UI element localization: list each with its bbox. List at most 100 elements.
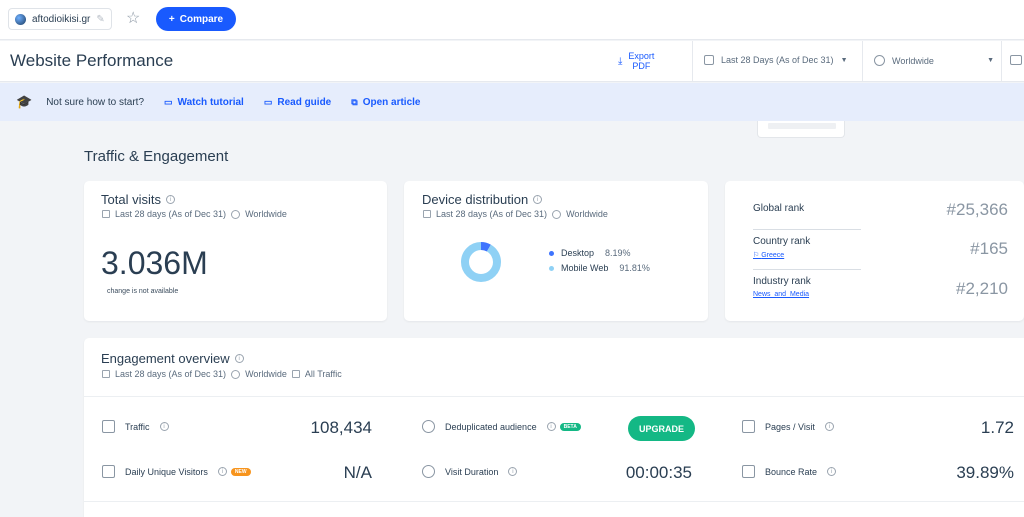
export-pdf-button[interactable]: ⤓ Export PDF xyxy=(618,51,654,71)
download-icon: ⤓ xyxy=(618,55,623,67)
info-icon[interactable]: i xyxy=(827,467,837,476)
donut-slice-mobile-web[interactable] xyxy=(461,242,501,282)
caret-down-icon: ▼ xyxy=(987,57,994,64)
upgrade-button[interactable]: UPGRADE xyxy=(628,416,695,441)
country-rank-row: Country rank ⚐ Greece xyxy=(753,236,861,259)
person-icon xyxy=(102,465,115,478)
total-visits-title-text: Total visits xyxy=(101,192,161,207)
total-visits-title: Total visits i xyxy=(101,192,175,207)
duration-value: 00:00:35 xyxy=(625,463,692,482)
section-title: Traffic & Engagement xyxy=(84,148,229,165)
device-distribution-card: Device distribution i Last 28 days (As o… xyxy=(404,181,708,321)
region-label: Worldwide xyxy=(245,209,287,219)
region-label: Worldwide xyxy=(566,209,608,219)
dedup-label: Deduplicated audience xyxy=(445,421,537,432)
book-icon: ▭ xyxy=(263,96,273,107)
engagement-meta: Last 28 days (As of Dec 31) Worldwide Al… xyxy=(102,369,342,379)
floating-preview-card xyxy=(757,121,845,138)
users-icon xyxy=(422,420,435,433)
period-label: Last 28 days (As of Dec 31) xyxy=(115,369,227,379)
legend-desktop-share: 8.19% xyxy=(605,248,631,258)
engagement-title-text: Engagement overview xyxy=(101,351,230,366)
globe-icon xyxy=(552,209,562,219)
legend-desktop-label: Desktop xyxy=(561,248,595,258)
info-icon[interactable]: i xyxy=(159,422,169,431)
help-banner: 🎓 Not sure how to start? ▭ Watch tutoria… xyxy=(0,83,1024,121)
export-label-line2: PDF xyxy=(632,61,651,71)
pages-visit-metric: Pages / Visit i xyxy=(742,420,834,433)
info-icon[interactable]: i xyxy=(824,422,834,431)
industry-rank-value: #2,210 xyxy=(956,279,1008,298)
device-toggle-icon[interactable] xyxy=(1010,55,1022,65)
external-link-icon: ⧉ xyxy=(351,96,358,107)
legend-mobile-share: 91.81% xyxy=(619,263,650,273)
engagement-divider xyxy=(84,396,1024,397)
site-selector[interactable]: aftodioikisi.gr ✎ xyxy=(8,8,112,30)
open-article-link[interactable]: ⧉ Open article xyxy=(351,97,420,108)
page-title: Website Performance xyxy=(10,51,174,70)
change-note: change is not available xyxy=(107,288,179,295)
total-visits-value: 3.036M xyxy=(101,245,208,281)
calendar-icon xyxy=(423,210,431,218)
compare-label: Compare xyxy=(179,13,224,25)
info-icon[interactable]: i xyxy=(546,422,556,431)
mobile-dot xyxy=(549,265,554,271)
country-rank-value: #165 xyxy=(970,239,1008,258)
watch-tutorial-link[interactable]: ▭ Watch tutorial xyxy=(164,97,244,108)
date-range-dropdown[interactable]: Last 28 Days (As of Dec 31) ▼ xyxy=(704,55,848,65)
info-icon[interactable]: i xyxy=(533,195,543,204)
traffic-metric: Traffic i xyxy=(102,420,169,433)
legend-desktop: Desktop 8.19% xyxy=(549,248,631,258)
plus-icon: + xyxy=(168,13,175,25)
duv-value: N/A xyxy=(343,463,372,482)
header-divider xyxy=(692,41,693,82)
export-label-line1: Export xyxy=(628,51,655,61)
country-link[interactable]: ⚐ Greece xyxy=(753,251,861,259)
country-name: Greece xyxy=(761,252,785,259)
trend-arrow-icon xyxy=(742,465,755,478)
industry-rank-label: Industry rank xyxy=(753,276,811,287)
beta-badge: BETA xyxy=(559,422,581,431)
pages-label: Pages / Visit xyxy=(765,421,815,432)
globe-icon xyxy=(231,209,241,219)
device-distribution-title-text: Device distribution xyxy=(422,192,529,207)
global-rank-label: Global rank xyxy=(753,203,805,214)
legend-mobile-label: Mobile Web xyxy=(561,263,609,273)
device-distribution-title: Device distribution i xyxy=(422,192,543,207)
bounce-label: Bounce Rate xyxy=(765,466,818,477)
star-icon[interactable]: ☆ xyxy=(126,10,140,28)
region-dropdown[interactable]: Worldwide ▼ xyxy=(874,55,994,66)
globe-icon xyxy=(874,55,885,66)
desktop-dot xyxy=(549,250,554,256)
calendar-icon xyxy=(102,210,110,218)
traffic-value: 108,434 xyxy=(310,418,372,437)
visit-duration-metric: Visit Duration i xyxy=(422,465,518,478)
site-favicon-icon xyxy=(15,13,26,25)
info-icon[interactable]: i xyxy=(217,467,227,476)
info-icon[interactable]: i xyxy=(508,467,518,476)
info-icon[interactable]: i xyxy=(165,195,175,204)
duration-label: Visit Duration xyxy=(445,466,499,477)
read-guide-link[interactable]: ▭ Read guide xyxy=(264,97,331,108)
industry-link[interactable]: News_and_Media xyxy=(753,291,861,298)
engagement-title: Engagement overview i xyxy=(101,351,244,366)
graduation-cap-icon: 🎓 xyxy=(16,94,33,109)
legend-mobile: Mobile Web 91.81% xyxy=(549,263,650,273)
calendar-icon xyxy=(704,55,714,65)
engagement-divider xyxy=(84,501,1024,502)
ranks-card: Global rank #25,366 Country rank ⚐ Greec… xyxy=(725,181,1024,321)
dedup-audience-metric: Deduplicated audience i BETA xyxy=(422,420,581,433)
compare-button[interactable]: + Compare xyxy=(156,7,236,31)
global-rank-row: Global rank xyxy=(753,203,861,214)
duv-label: Daily Unique Visitors xyxy=(125,466,208,477)
clock-icon xyxy=(422,465,435,478)
banner-question: Not sure how to start? xyxy=(46,96,145,108)
traffic-label: Traffic xyxy=(125,421,150,432)
pages-value: 1.72 xyxy=(980,418,1014,437)
info-icon[interactable]: i xyxy=(234,354,244,363)
engagement-overview-card: Engagement overview i Last 28 days (As o… xyxy=(84,338,1024,517)
date-range-label: Last 28 Days (As of Dec 31) xyxy=(721,55,834,65)
calendar-icon xyxy=(102,370,110,378)
header-divider xyxy=(862,41,863,82)
edit-pencil-icon[interactable]: ✎ xyxy=(96,14,104,25)
